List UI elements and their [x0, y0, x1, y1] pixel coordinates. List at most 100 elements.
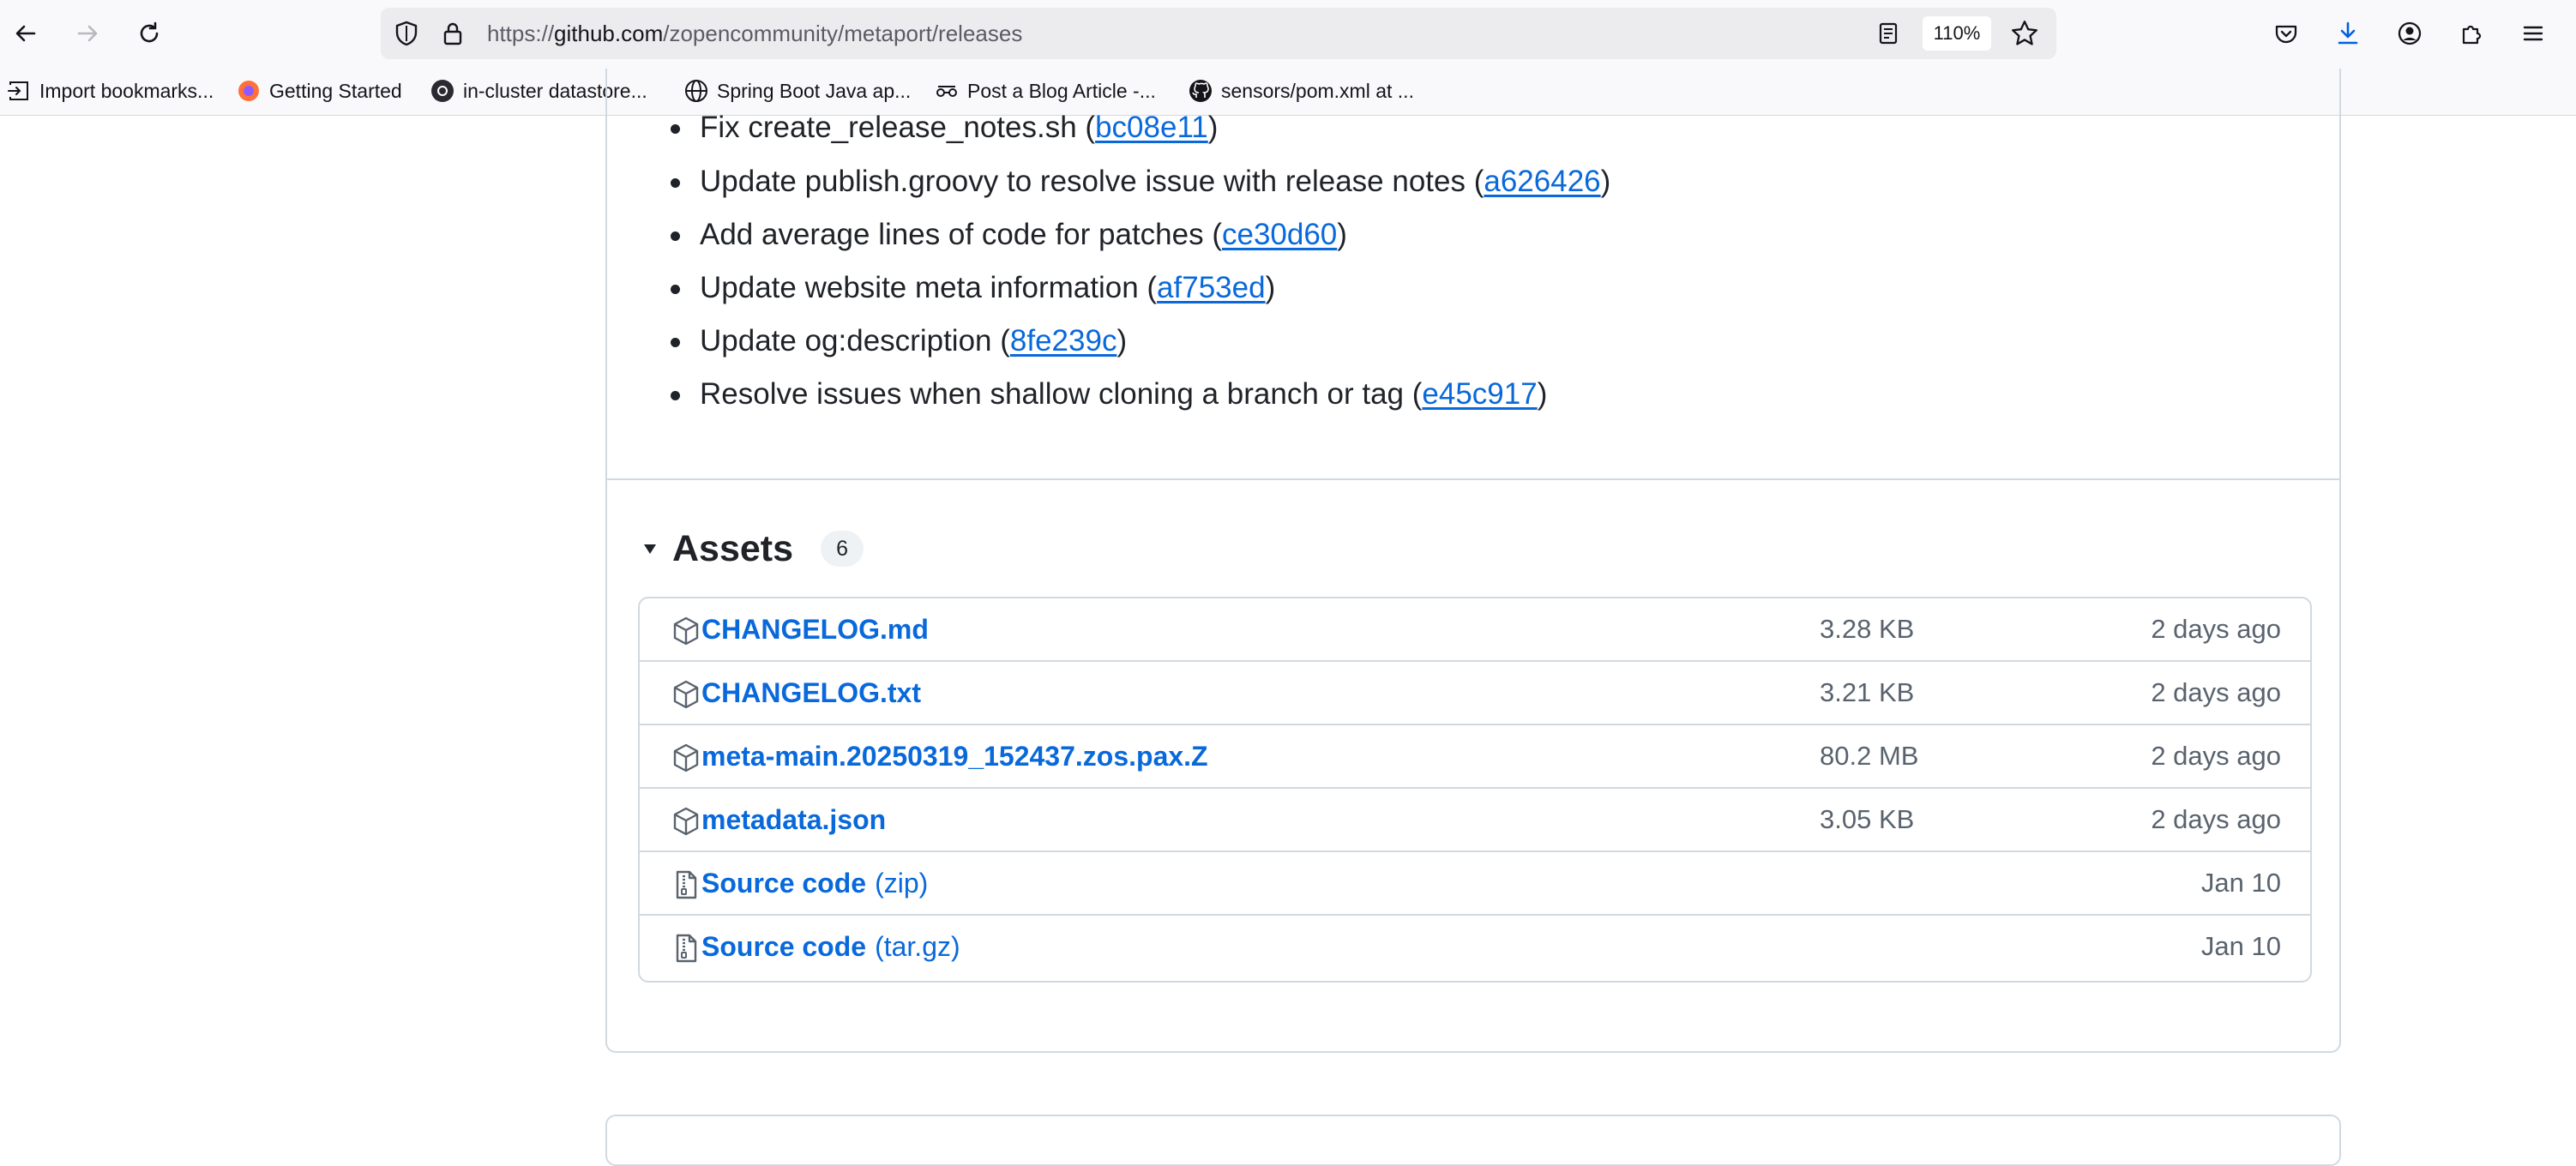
arrow-left-icon [15, 25, 36, 42]
lock-icon[interactable] [439, 20, 466, 47]
note-paren: ) [1537, 377, 1548, 411]
asset-download-link[interactable]: metadata.json [701, 802, 886, 837]
bookmark-getting-started[interactable]: Getting Started [237, 75, 402, 106]
asset-name: Source code [701, 931, 867, 962]
asset-row: meta-main.20250319_152437.zos.pax.Z 80.2… [640, 725, 2310, 789]
account-button[interactable] [2389, 13, 2430, 54]
reload-button[interactable] [129, 13, 170, 54]
package-icon [673, 743, 699, 772]
file-zip-icon [676, 870, 697, 899]
asset-row: metadata.json 3.05 KB 2 days ago [640, 789, 2310, 852]
package-icon [673, 807, 699, 836]
asset-download-link[interactable]: CHANGELOG.md [701, 612, 929, 646]
bookmark-label: Import bookmarks... [39, 79, 214, 102]
url-text[interactable]: https://github.com/zopencommunity/metapo… [487, 20, 1022, 47]
commit-link[interactable]: af753ed [1157, 271, 1266, 304]
bookmark-import[interactable]: Import bookmarks... [7, 75, 214, 106]
hamburger-menu-icon [2523, 26, 2543, 41]
download-icon [2338, 21, 2358, 45]
asset-row: Source code (tar.gz) Jan 10 [640, 916, 2310, 979]
bookmark-star-icon[interactable] [2010, 19, 2039, 48]
release-note-item: Add average lines of code for patches (c… [671, 216, 1347, 254]
import-icon [7, 79, 31, 103]
asset-date: 2 days ago [2151, 614, 2281, 644]
k8s-icon [430, 79, 454, 103]
extensions-button[interactable] [2451, 13, 2492, 54]
note-text: Update og:description ( [700, 324, 1010, 358]
forward-button[interactable] [67, 13, 108, 54]
asset-size: 3.28 KB [1820, 614, 1915, 644]
section-divider [607, 478, 2339, 480]
note-paren: ) [1116, 324, 1128, 358]
url-domain: github.com [554, 21, 664, 46]
pocket-icon [2275, 25, 2297, 44]
assets-list: CHANGELOG.md 3.28 KB 2 days ago CHANGELO… [638, 597, 2312, 983]
account-icon [2398, 21, 2422, 45]
asset-row: CHANGELOG.md 3.28 KB 2 days ago [640, 598, 2310, 662]
asset-name: Source code [701, 868, 867, 899]
back-button[interactable] [5, 13, 46, 54]
commit-link[interactable]: 8fe239c [1010, 324, 1117, 358]
note-text: Update publish.groovy to resolve issue w… [700, 165, 1484, 198]
release-note-item: Update og:description (8fe239c) [670, 322, 1128, 360]
triangle-down-icon [638, 537, 662, 561]
assets-count-badge: 6 [821, 531, 864, 567]
puzzle-icon [2462, 25, 2482, 45]
commit-link[interactable]: bc08e11 [1095, 111, 1208, 144]
asset-name: CHANGELOG.md [701, 614, 929, 645]
package-icon [673, 616, 699, 646]
browser-toolbar: https://github.com/zopencommunity/metapo… [0, 0, 2576, 67]
commit-link[interactable]: e45c917 [1422, 377, 1537, 411]
note-text: Add average lines of code for patches ( [700, 218, 1222, 251]
asset-date: Jan 10 [2200, 931, 2281, 961]
asset-date: Jan 10 [2200, 868, 2281, 898]
commit-link[interactable]: ce30d60 [1222, 218, 1337, 251]
asset-size: 3.21 KB [1820, 677, 1915, 707]
asset-download-link[interactable]: CHANGELOG.txt [701, 676, 921, 710]
note-text: Fix create_release_notes.sh ( [700, 111, 1096, 144]
pocket-button[interactable] [2266, 13, 2307, 54]
address-bar[interactable]: https://github.com/zopencommunity/metapo… [381, 8, 2056, 59]
asset-name: CHANGELOG.txt [701, 677, 921, 708]
commit-link[interactable]: a626426 [1484, 165, 1600, 198]
source-code-download-link[interactable]: Source code (zip) [701, 866, 928, 900]
file-zip-icon [676, 934, 697, 963]
note-paren: ) [1600, 165, 1611, 198]
release-note-item: Update publish.groovy to resolve issue w… [670, 163, 1611, 201]
asset-size: 80.2 MB [1820, 741, 1919, 771]
note-paren: ) [1265, 271, 1276, 304]
url-scheme: https:// [487, 21, 555, 46]
asset-date: 2 days ago [2151, 741, 2281, 771]
app-menu-button[interactable] [2513, 13, 2554, 54]
asset-name: metadata.json [701, 804, 887, 835]
asset-row: Source code (zip) Jan 10 [640, 852, 2310, 916]
arrow-right-icon [77, 25, 98, 42]
note-text: Update website meta information ( [700, 271, 1158, 304]
asset-name: meta-main.20250319_152437.zos.pax.Z [701, 741, 1208, 772]
package-icon [673, 680, 699, 709]
note-paren: ) [1207, 111, 1219, 144]
url-path: /zopencommunity/metaport/releases [663, 21, 1023, 46]
next-release-card [605, 1115, 2341, 1166]
release-note-item: Update website meta information (af753ed… [670, 269, 1276, 307]
shield-icon[interactable] [393, 20, 420, 47]
asset-date: 2 days ago [2151, 804, 2281, 834]
zoom-level-button[interactable]: 110% [1923, 16, 1991, 51]
asset-size: 3.05 KB [1820, 804, 1915, 834]
asset-download-link[interactable]: meta-main.20250319_152437.zos.pax.Z [701, 739, 1208, 773]
asset-format: (tar.gz) [875, 931, 960, 962]
bookmark-label: Getting Started [269, 79, 402, 102]
assets-heading: Assets [672, 527, 794, 569]
asset-format: (zip) [875, 868, 929, 899]
assets-toggle[interactable]: Assets 6 [638, 521, 864, 576]
source-code-download-link[interactable]: Source code (tar.gz) [701, 929, 960, 964]
release-note-item: Fix create_release_notes.sh (bc08e11) [670, 109, 1219, 147]
asset-date: 2 days ago [2151, 677, 2281, 707]
release-card: Fix create_release_notes.sh (bc08e11) Up… [605, 69, 2341, 1053]
reload-icon [140, 21, 159, 43]
downloads-button[interactable] [2327, 13, 2368, 54]
asset-row: CHANGELOG.txt 3.21 KB 2 days ago [640, 662, 2310, 725]
firefox-icon [237, 79, 261, 103]
note-text: Resolve issues when shallow cloning a br… [700, 377, 1423, 411]
reader-view-icon[interactable] [1875, 20, 1902, 47]
